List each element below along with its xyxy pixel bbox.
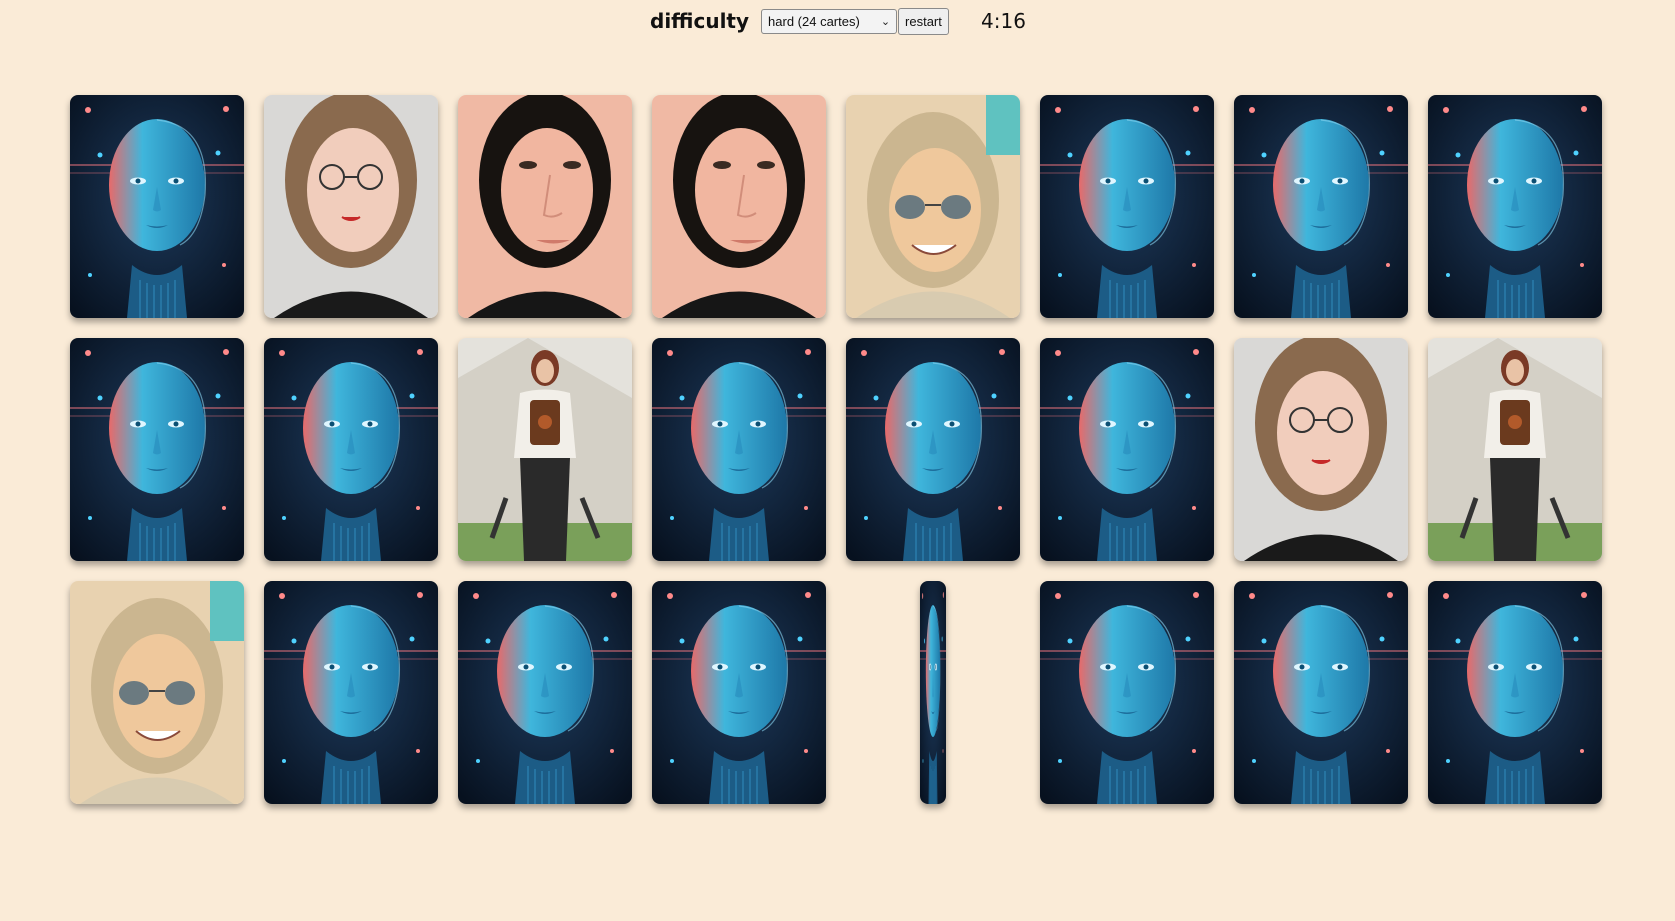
card-face-down[interactable]	[458, 581, 632, 804]
card-face-down[interactable]	[1428, 95, 1602, 318]
card-face-up-glasses-woman[interactable]	[1234, 338, 1408, 561]
card-face-down[interactable]	[846, 338, 1020, 561]
toolbar: difficulty hard (24 cartes) ⌄ restart	[650, 7, 949, 35]
card-face-up-warrior-woman[interactable]	[1428, 338, 1602, 561]
card-face-down[interactable]	[1234, 95, 1408, 318]
card-face-down[interactable]	[1040, 338, 1214, 561]
card-face-down[interactable]	[1234, 581, 1408, 804]
card-face-down[interactable]	[70, 95, 244, 318]
difficulty-label: difficulty	[650, 9, 750, 33]
difficulty-select[interactable]: hard (24 cartes) ⌄	[761, 8, 898, 34]
card-face-down[interactable]	[652, 338, 826, 561]
timer: 4:16	[981, 9, 1026, 33]
card-face-down[interactable]	[652, 581, 826, 804]
card-face-down[interactable]	[1428, 581, 1602, 804]
card-flipping[interactable]	[920, 581, 946, 804]
card-face-up-dark-hair-woman[interactable]	[458, 95, 632, 318]
difficulty-selected-value: hard (24 cartes)	[768, 13, 860, 29]
card-face-up-sunglasses-woman[interactable]	[846, 95, 1020, 318]
card-face-up-glasses-woman[interactable]	[264, 95, 438, 318]
card-face-down[interactable]	[264, 338, 438, 561]
card-face-up-warrior-woman[interactable]	[458, 338, 632, 561]
restart-button[interactable]: restart	[898, 7, 949, 35]
card-face-up-dark-hair-woman[interactable]	[652, 95, 826, 318]
card-face-up-sunglasses-woman[interactable]	[70, 581, 244, 804]
card-face-down[interactable]	[264, 581, 438, 804]
chevron-down-icon: ⌄	[880, 15, 891, 28]
card-face-down[interactable]	[70, 338, 244, 561]
card-face-down[interactable]	[1040, 95, 1214, 318]
card-face-down[interactable]	[1040, 581, 1214, 804]
